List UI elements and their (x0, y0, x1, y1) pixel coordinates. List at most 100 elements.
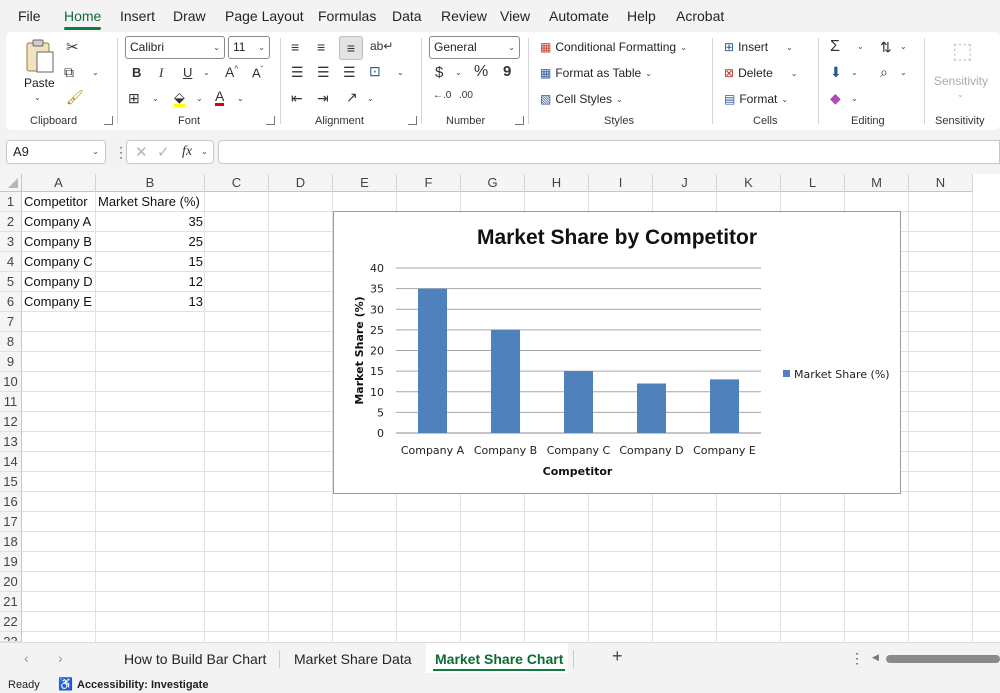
insert-function-icon[interactable]: fx (182, 144, 192, 160)
sheet-tab-how-to-build[interactable]: How to Build Bar Chart (124, 651, 266, 667)
column-header-d[interactable]: D (269, 174, 333, 192)
decrease-font-size-icon[interactable]: Aˇ (252, 66, 263, 80)
orientation-icon[interactable]: ↗ (346, 90, 358, 104)
column-header-k[interactable]: K (717, 174, 781, 192)
tab-home[interactable]: Home (64, 8, 102, 30)
clear-caret[interactable]: ⌄ (851, 94, 858, 103)
column-header-c[interactable]: C (205, 174, 269, 192)
tab-page-layout[interactable]: Page Layout (225, 8, 304, 24)
row-header-1[interactable]: 1 (0, 192, 22, 212)
row-header-19[interactable]: 19 (0, 552, 22, 572)
bold-button[interactable]: B (132, 66, 141, 79)
cell-b1[interactable]: Market Share (%) (96, 192, 205, 212)
cell-b4[interactable]: 15 (96, 252, 205, 272)
row-header-17[interactable]: 17 (0, 512, 22, 532)
prev-sheet-icon[interactable]: ‹ (24, 650, 29, 666)
column-header-h[interactable]: H (525, 174, 589, 192)
fill-icon[interactable]: ⬇ (830, 65, 842, 79)
row-header-2[interactable]: 2 (0, 212, 22, 232)
column-header-m[interactable]: M (845, 174, 909, 192)
row-header-6[interactable]: 6 (0, 292, 22, 312)
column-header-a[interactable]: A (22, 174, 96, 192)
row-header-10[interactable]: 10 (0, 372, 22, 392)
sensitivity-button[interactable]: ⬚ Sensitivity ⌄ (932, 38, 994, 102)
align-bottom-icon[interactable]: ≡ (339, 36, 363, 60)
row-header-9[interactable]: 9 (0, 352, 22, 372)
sheet-tab-market-share-data[interactable]: Market Share Data (294, 651, 412, 667)
alignment-launcher-icon[interactable] (408, 116, 417, 125)
cancel-icon[interactable]: ✕ (135, 143, 148, 161)
merge-caret[interactable]: ⌄ (397, 68, 404, 77)
name-box[interactable]: A9 ⌄ (6, 140, 106, 164)
row-header-16[interactable]: 16 (0, 492, 22, 512)
font-launcher-icon[interactable] (266, 116, 275, 125)
sheet-tab-market-share-chart[interactable]: Market Share Chart (432, 651, 566, 671)
comma-button[interactable]: 9 (503, 64, 511, 79)
align-left-icon[interactable]: ☰ (291, 65, 304, 79)
horizontal-scrollbar[interactable] (886, 655, 1000, 663)
accessibility-icon[interactable]: ♿ (58, 677, 73, 691)
sort-filter-icon[interactable]: ⇅ (880, 40, 892, 54)
tab-review[interactable]: Review (441, 8, 487, 24)
row-header-11[interactable]: 11 (0, 392, 22, 412)
align-top-icon[interactable]: ≡ (291, 40, 299, 54)
cell-styles-button[interactable]: ▧ Cell Styles ⌄ (540, 92, 623, 106)
accessibility-status[interactable]: Accessibility: Investigate (77, 679, 208, 691)
cell-a2[interactable]: Company A (22, 212, 96, 232)
row-header-3[interactable]: 3 (0, 232, 22, 252)
align-right-icon[interactable]: ☰ (343, 65, 356, 79)
column-header-i[interactable]: I (589, 174, 653, 192)
fill-caret[interactable]: ⌄ (851, 68, 858, 77)
row-header-7[interactable]: 7 (0, 312, 22, 332)
formula-input[interactable] (218, 140, 1000, 164)
decrease-decimal-icon[interactable]: .00 (459, 91, 473, 101)
cell-a1[interactable]: Competitor (22, 192, 96, 212)
italic-button[interactable]: I (159, 66, 163, 79)
row-header-4[interactable]: 4 (0, 252, 22, 272)
select-all-corner[interactable] (0, 174, 22, 192)
row-header-15[interactable]: 15 (0, 472, 22, 492)
row-header-5[interactable]: 5 (0, 272, 22, 292)
percent-button[interactable]: % (474, 64, 488, 80)
currency-button[interactable]: $ (435, 65, 443, 80)
row-header-14[interactable]: 14 (0, 452, 22, 472)
font-color-icon[interactable]: A (215, 89, 225, 106)
align-middle-icon[interactable]: ≡ (317, 40, 325, 54)
column-header-n[interactable]: N (909, 174, 973, 192)
tab-draw[interactable]: Draw (173, 8, 206, 24)
paste-button[interactable]: Paste ⌄ (22, 38, 56, 102)
row-header-22[interactable]: 22 (0, 612, 22, 632)
clipboard-launcher-icon[interactable] (104, 116, 113, 125)
autosum-caret[interactable]: ⌄ (857, 42, 864, 51)
bar-chart[interactable]: Market Share by Competitor 0 5 10 15 20 25 30 35… (333, 211, 901, 494)
delete-cells-button[interactable]: ⊠ Delete ⌄ (724, 66, 797, 80)
underline-caret[interactable]: ⌄ (203, 68, 210, 77)
column-header-l[interactable]: L (781, 174, 845, 192)
font-color-caret[interactable]: ⌄ (237, 94, 244, 103)
column-header-f[interactable]: F (397, 174, 461, 192)
increase-indent-icon[interactable]: ⇥ (317, 91, 329, 105)
format-as-table-button[interactable]: ▦ Format as Table ⌄ (540, 66, 652, 80)
copy-icon[interactable]: ⧉ (64, 65, 74, 79)
scroll-left-icon[interactable]: ◀ (872, 652, 879, 663)
increase-font-size-icon[interactable]: A^ (225, 65, 238, 79)
merge-center-icon[interactable]: ⊡ (369, 64, 381, 78)
cell-b5[interactable]: 12 (96, 272, 205, 292)
number-launcher-icon[interactable] (515, 116, 524, 125)
copy-caret[interactable]: ⌄ (92, 68, 99, 77)
row-header-20[interactable]: 20 (0, 572, 22, 592)
row-header-13[interactable]: 13 (0, 432, 22, 452)
font-size-combo[interactable]: 11 ⌄ (228, 36, 270, 59)
tab-data[interactable]: Data (392, 8, 422, 24)
borders-icon[interactable]: ⊞ (128, 91, 140, 105)
row-header-8[interactable]: 8 (0, 332, 22, 352)
find-select-icon[interactable]: ⌕ (880, 65, 888, 79)
row-header-21[interactable]: 21 (0, 592, 22, 612)
tab-automate[interactable]: Automate (549, 8, 609, 24)
next-sheet-icon[interactable]: › (58, 650, 63, 666)
column-header-g[interactable]: G (461, 174, 525, 192)
column-header-e[interactable]: E (333, 174, 397, 192)
chevron-down-icon[interactable]: ⌄ (201, 147, 208, 156)
row-header-12[interactable]: 12 (0, 412, 22, 432)
conditional-formatting-button[interactable]: ▦ Conditional Formatting ⌄ (540, 40, 687, 54)
